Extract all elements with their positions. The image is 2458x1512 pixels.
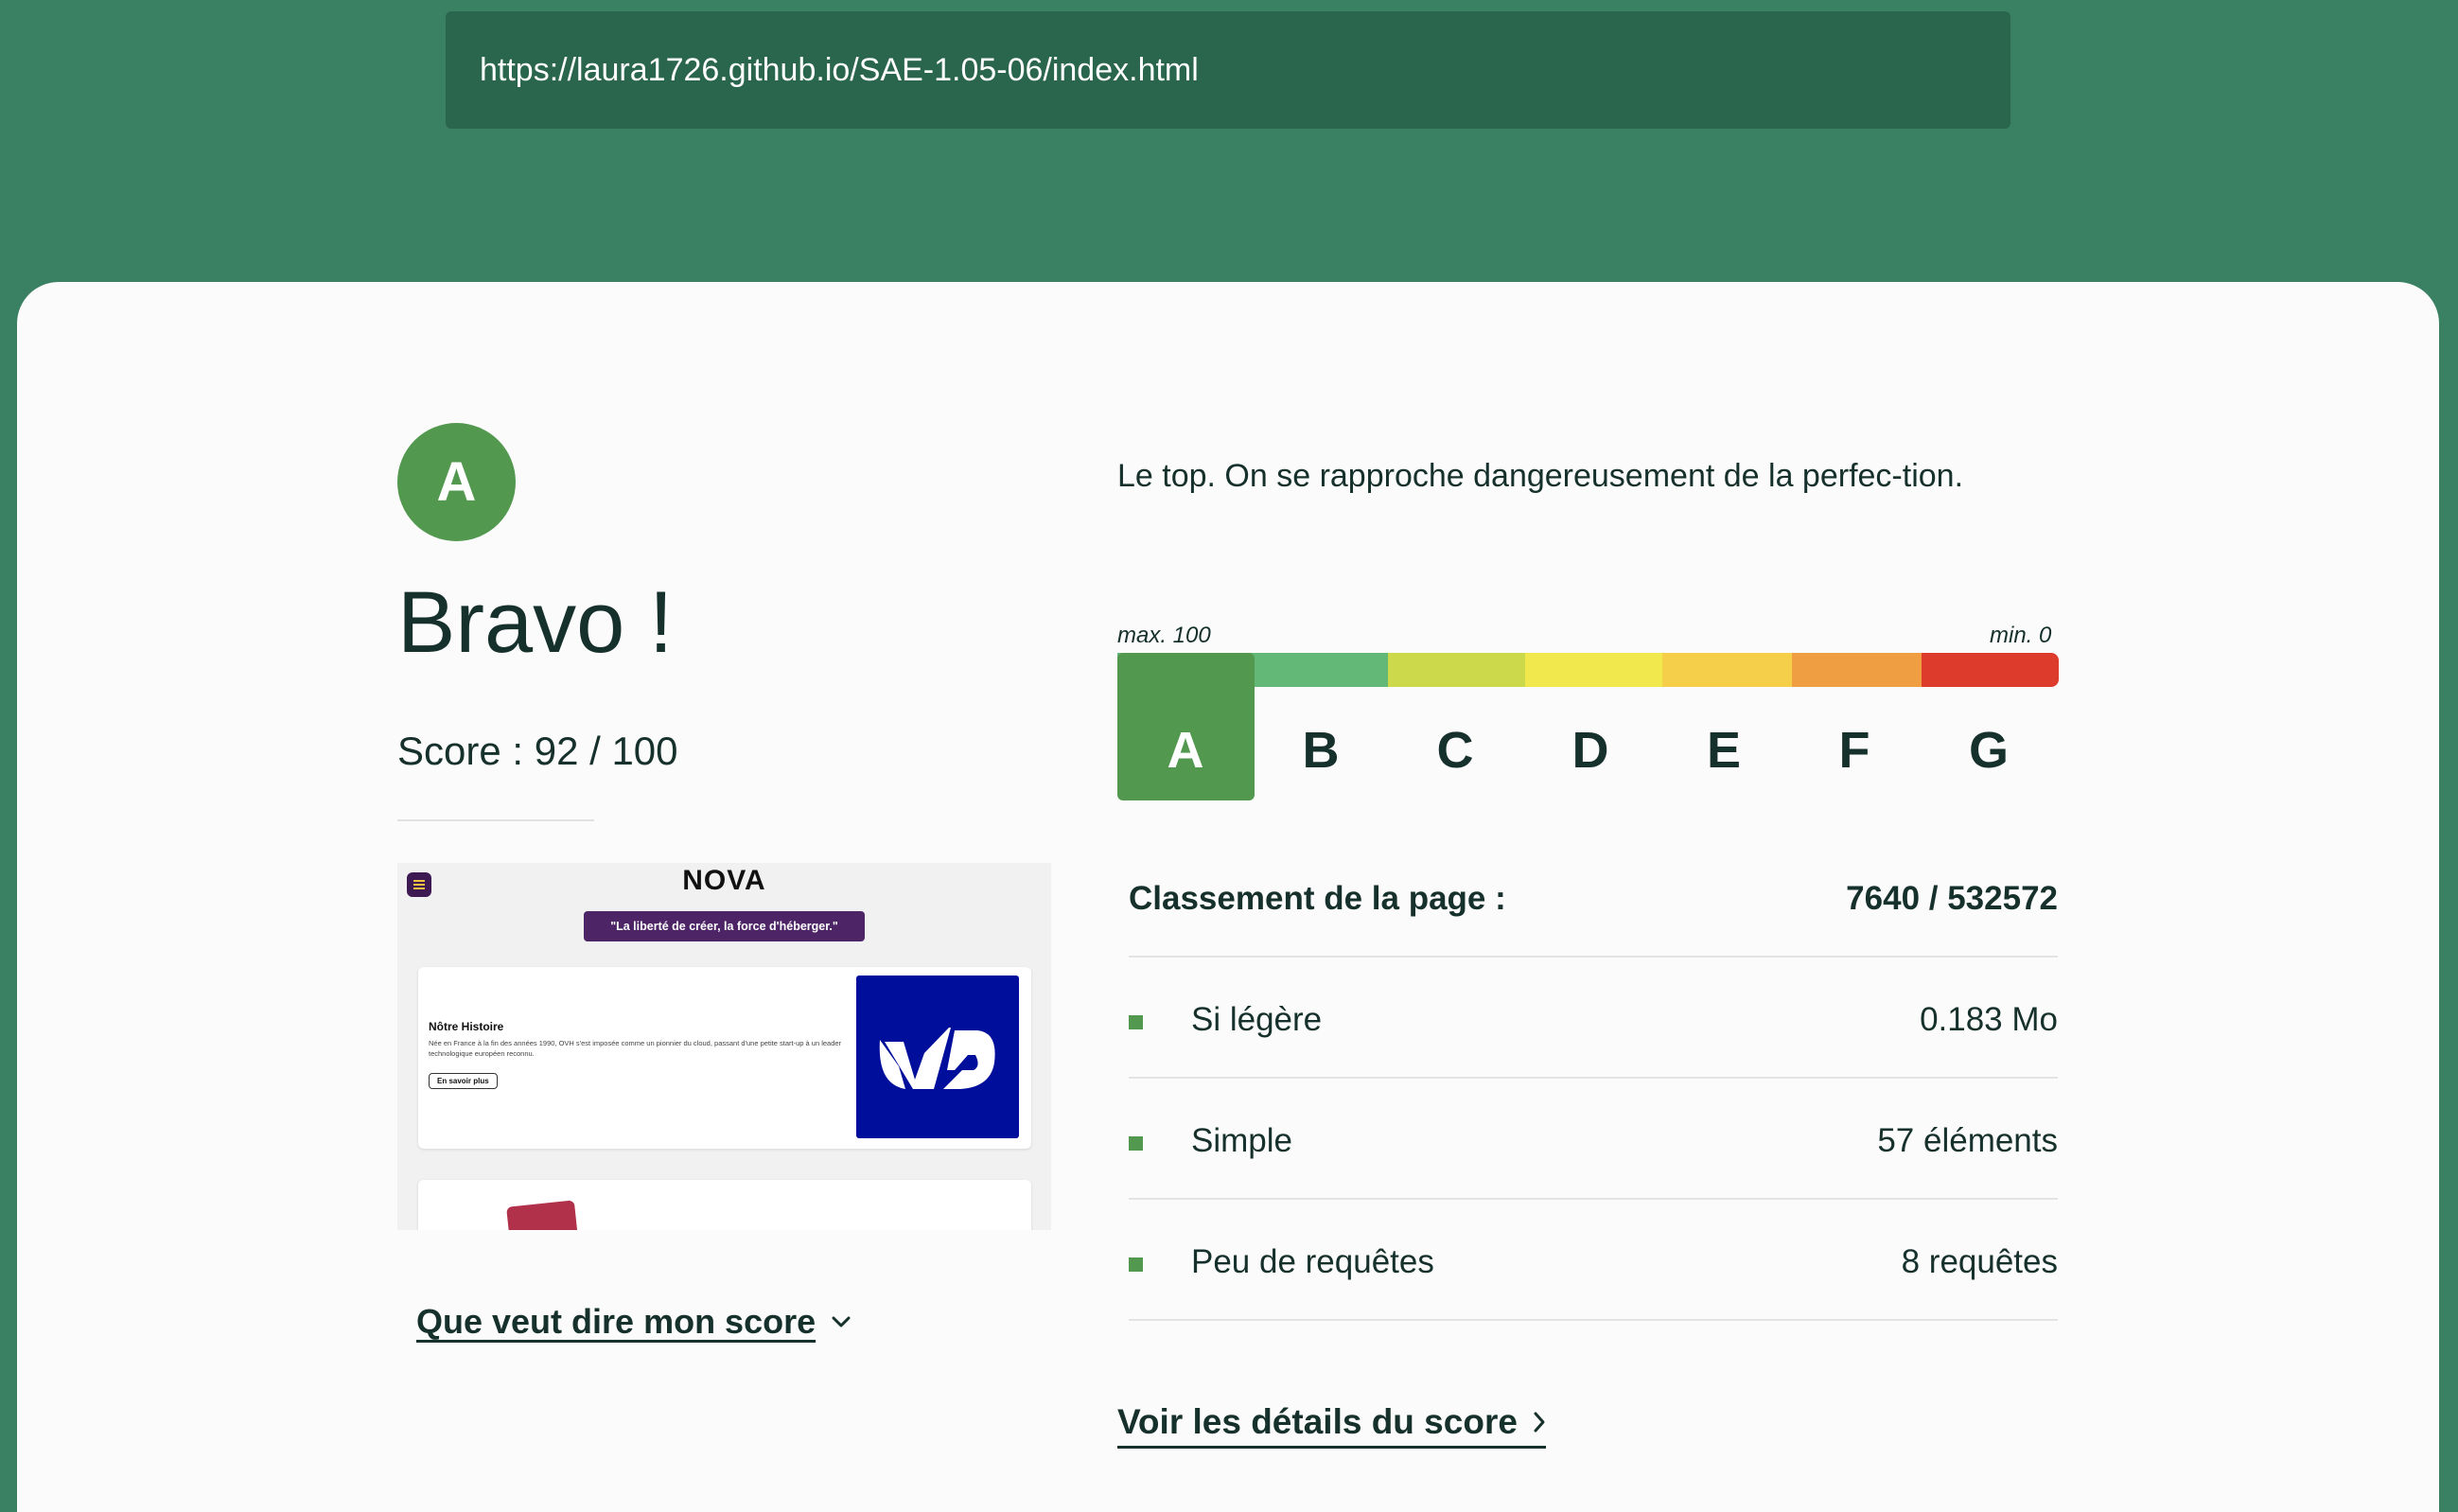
- ranking-label: Classement de la page :: [1129, 880, 1506, 917]
- scale-letter-d: D: [1571, 722, 1609, 779]
- row-divider: [1129, 1319, 2058, 1321]
- metric-requests-label: Peu de requêtes: [1191, 1243, 1434, 1280]
- divider: [397, 819, 594, 821]
- page-preview-thumbnail: NOVA "La liberté de créer, la force d'hé…: [397, 863, 1051, 1230]
- grade-badge: A: [397, 423, 516, 541]
- scale-segment-c: [1388, 653, 1525, 687]
- scale-max-label: max. 100: [1117, 623, 1211, 648]
- chevron-down-icon: [832, 1316, 851, 1327]
- metric-bullet-icon: [1129, 1136, 1143, 1151]
- scale-min-label: min. 0: [1990, 623, 2052, 648]
- row-divider: [1129, 1198, 2058, 1200]
- metric-bullet-icon: [1129, 1257, 1143, 1272]
- row-divider: [1129, 1077, 2058, 1079]
- grade-scale-bar: [1117, 653, 2059, 687]
- scale-letter-c: C: [1436, 722, 1474, 779]
- score-meaning-label: Que veut dire mon score: [416, 1302, 816, 1341]
- preview-logo: NOVA: [682, 865, 766, 896]
- metric-bullet-icon: [1129, 1015, 1143, 1029]
- score-details-link[interactable]: Voir les détails du score: [1117, 1402, 1546, 1449]
- ovh-logo-image: [856, 976, 1019, 1138]
- preview-section-text: Née en France à la fin des années 1990, …: [429, 1039, 842, 1058]
- metric-weight-value: 0.183 Mo: [1920, 1001, 2058, 1038]
- scale-letter-a: A: [1167, 722, 1204, 779]
- ranking-value: 7640 / 532572: [1846, 880, 2058, 917]
- preview-section-button: En savoir plus: [429, 1073, 498, 1089]
- scale-letter-f: F: [1838, 722, 1870, 779]
- preview-illustration: [506, 1200, 578, 1230]
- metric-weight-label: Si légère: [1191, 1001, 1323, 1038]
- preview-second-card: [418, 1180, 1031, 1230]
- result-headline: Bravo !: [397, 574, 674, 671]
- preview-slogan: "La liberté de créer, la force d'héberge…: [584, 911, 865, 941]
- score-details-label: Voir les détails du score: [1117, 1402, 1518, 1441]
- row-divider: [1129, 956, 2058, 958]
- scale-segment-e: [1662, 653, 1792, 687]
- preview-history-card: Nôtre Histoire Née en France à la fin de…: [418, 967, 1031, 1149]
- chevron-right-icon: [1534, 1412, 1545, 1433]
- metric-elements-label: Simple: [1191, 1122, 1292, 1159]
- scale-letter-b: B: [1302, 722, 1340, 779]
- metric-elements-value: 57 éléments: [1877, 1122, 2058, 1159]
- url-bar[interactable]: https://laura1726.github.io/SAE-1.05-06/…: [446, 11, 2010, 129]
- score-meaning-toggle[interactable]: Que veut dire mon score: [416, 1302, 852, 1342]
- scale-segment-g: [1922, 653, 2059, 687]
- metric-requests-value: 8 requêtes: [1901, 1243, 2058, 1280]
- scale-letter-e: E: [1706, 722, 1742, 779]
- scale-segment-d: [1525, 653, 1662, 687]
- url-text: https://laura1726.github.io/SAE-1.05-06/…: [480, 51, 1199, 88]
- scale-letter-g: G: [1968, 722, 2009, 779]
- score-description: Le top. On se rapproche dangereusement d…: [1117, 458, 1964, 494]
- preview-section-title: Nôtre Histoire: [429, 1020, 504, 1033]
- scale-segment-f: [1792, 653, 1922, 687]
- score-text: Score : 92 / 100: [397, 729, 678, 773]
